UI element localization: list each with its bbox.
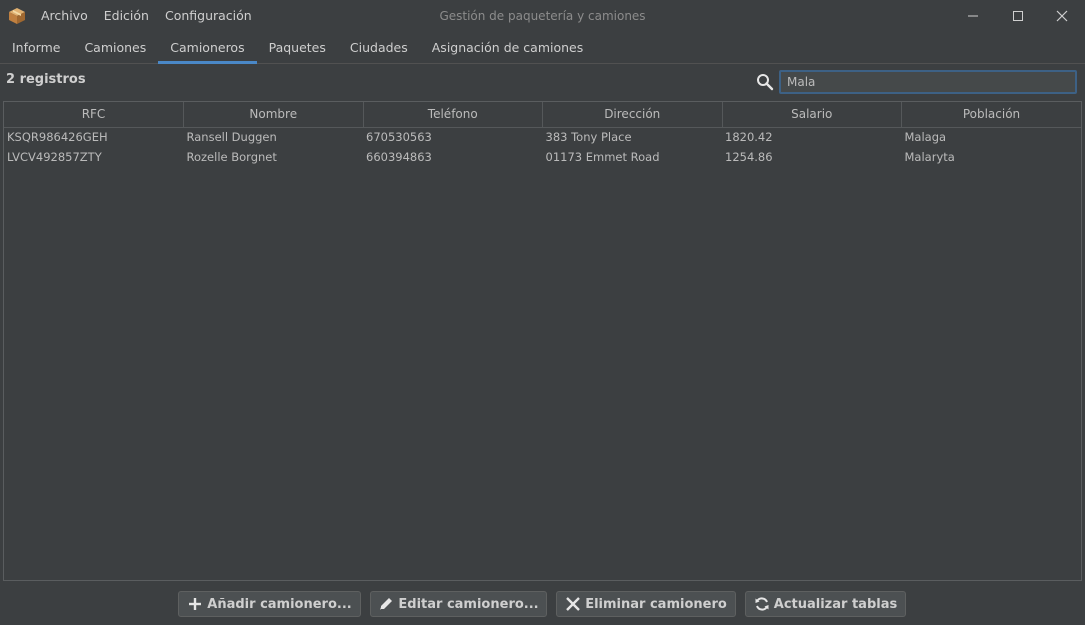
delete-driver-button[interactable]: Eliminar camionero — [556, 591, 736, 617]
column-header-nombre[interactable]: Nombre — [183, 102, 364, 128]
cell-poblacion: Malaga — [904, 130, 947, 145]
maximize-button[interactable] — [995, 0, 1041, 32]
cell-nombre: Ransell Duggen — [186, 130, 277, 145]
cell-salario: 1820.42 — [725, 130, 773, 145]
close-button[interactable] — [1039, 0, 1085, 32]
cell-telefono: 660394863 — [366, 150, 432, 164]
tab-ciudades[interactable]: Ciudades — [338, 33, 420, 63]
x-icon — [566, 597, 581, 611]
menu-archivo[interactable]: Archivo — [33, 0, 96, 32]
main-window: Archivo Edición Configuración Gestión de… — [0, 0, 1085, 625]
cell-direccion: 01173 Emmet Road — [545, 150, 660, 164]
tab-asignacion-camiones[interactable]: Asignación de camiones — [420, 33, 596, 63]
table-row[interactable]: LVCV492857ZTY Rozelle Borgnet 660394863 … — [4, 147, 1081, 167]
minimize-icon — [968, 15, 978, 17]
column-header-poblacion[interactable]: Población — [901, 102, 1081, 128]
tab-camioneros[interactable]: Camioneros — [158, 33, 257, 64]
search-icon — [757, 74, 774, 91]
menu-bar: Archivo Edición Configuración — [33, 0, 260, 32]
package-box-icon — [9, 8, 25, 24]
title-bar: Archivo Edición Configuración Gestión de… — [0, 0, 1085, 32]
cell-nombre: Rozelle Borgnet — [186, 150, 277, 164]
minimize-button[interactable] — [950, 0, 996, 32]
cell-telefono: 670530563 — [366, 130, 432, 145]
tab-informe[interactable]: Informe — [0, 33, 72, 63]
close-icon — [1056, 10, 1068, 22]
tab-camiones[interactable]: Camiones — [72, 33, 158, 63]
refresh-icon — [755, 597, 769, 611]
drivers-table[interactable]: RFC Nombre Teléfono Dirección Salario Po… — [3, 101, 1082, 581]
table-header-row: RFC Nombre Teléfono Dirección Salario Po… — [4, 102, 1081, 128]
refresh-tables-label: Actualizar tablas — [773, 596, 898, 612]
table-row[interactable]: KSQR986426GEH Ransell Duggen 670530563 3… — [4, 127, 1081, 147]
maximize-icon — [1013, 11, 1023, 21]
menu-configuracion[interactable]: Configuración — [157, 0, 260, 32]
cell-direccion: 383 Tony Place — [545, 130, 632, 145]
search-input[interactable] — [779, 70, 1077, 94]
add-driver-button[interactable]: Añadir camionero... — [178, 591, 361, 617]
cell-rfc: LVCV492857ZTY — [7, 150, 102, 164]
column-header-rfc[interactable]: RFC — [4, 102, 184, 128]
tab-paquetes[interactable]: Paquetes — [257, 33, 338, 63]
cell-poblacion: Malaryta — [904, 150, 955, 164]
column-header-telefono[interactable]: Teléfono — [363, 102, 543, 128]
plus-icon — [189, 598, 202, 610]
column-header-direccion[interactable]: Dirección — [542, 102, 723, 128]
tab-bar: Informe Camiones Camioneros Paquetes Ciu… — [0, 33, 1085, 64]
cell-salario: 1254.86 — [725, 150, 773, 164]
edit-driver-button[interactable]: Editar camionero... — [370, 591, 547, 617]
delete-driver-label: Eliminar camionero — [585, 596, 727, 612]
cell-rfc: KSQR986426GEH — [7, 130, 108, 145]
menu-edicion[interactable]: Edición — [96, 0, 157, 32]
add-driver-label: Añadir camionero... — [207, 596, 352, 612]
column-header-salario[interactable]: Salario — [722, 102, 902, 128]
refresh-tables-button[interactable]: Actualizar tablas — [745, 591, 906, 617]
records-count: 2 registros — [6, 72, 86, 87]
edit-driver-label: Editar camionero... — [398, 596, 539, 612]
pencil-icon — [380, 598, 393, 610]
